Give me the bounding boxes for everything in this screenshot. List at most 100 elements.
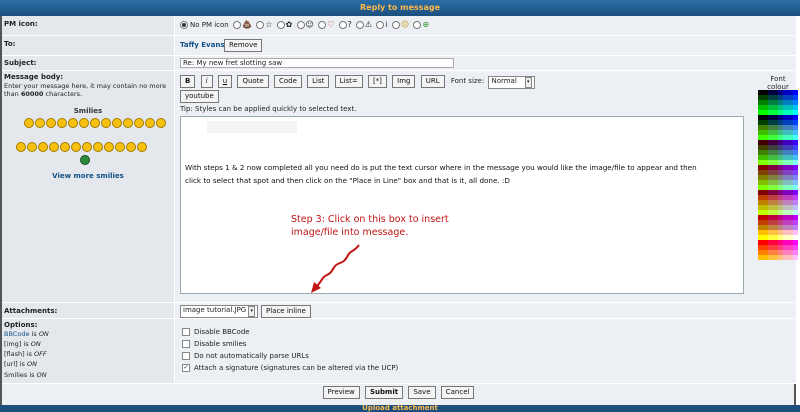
message-text: With steps 1 & 2 now completed all you n… <box>185 163 697 185</box>
smiley-icon[interactable] <box>57 118 67 128</box>
message-body-help: Enter your message here, it may contain … <box>4 82 167 98</box>
list-button[interactable]: List <box>307 75 330 88</box>
submit-button[interactable]: Submit <box>365 386 404 399</box>
smiley-icon[interactable] <box>156 118 166 128</box>
subject-row: Subject: Re: My new fret slotting saw <box>2 56 796 71</box>
smiley-icon[interactable] <box>60 142 70 152</box>
save-button[interactable]: Save <box>408 386 436 399</box>
smiley-icon[interactable] <box>137 142 147 152</box>
pm-icon-radio[interactable] <box>318 20 327 29</box>
ordered-list-button[interactable]: List= <box>334 75 363 88</box>
smilies-status: Smilies is ON <box>4 371 47 379</box>
pm-icon-radio[interactable] <box>376 20 385 29</box>
disable-bbcode-option[interactable]: Disable BBCode <box>182 328 250 336</box>
font-colour-label: Font colour <box>767 75 789 91</box>
underline-button[interactable]: u <box>217 75 233 88</box>
youtube-button[interactable]: youtube <box>180 90 219 103</box>
colour-swatch[interactable] <box>793 255 798 260</box>
step-annotation: Step 3: Click on this box to insert imag… <box>291 214 449 238</box>
pm-icon-radio[interactable] <box>391 20 400 29</box>
star-icon: ☆ <box>265 20 273 29</box>
heart-icon: ♡ <box>327 20 335 29</box>
pm-icon-radio[interactable] <box>338 20 347 29</box>
smiley-icon[interactable] <box>16 142 26 152</box>
pm-icon-radio[interactable] <box>356 20 364 29</box>
no-pm-icon-radio[interactable] <box>180 20 188 29</box>
attachment-select[interactable]: image tutorial.JPG ▾ <box>180 305 258 318</box>
smiley-icon[interactable] <box>82 142 92 152</box>
message-textarea[interactable]: With steps 1 & 2 now completed all you n… <box>180 116 744 294</box>
message-body-row: Message body: Enter your message here, i… <box>2 71 798 303</box>
message-body-label: Message body: <box>4 73 64 81</box>
smiley-icon[interactable] <box>38 142 48 152</box>
form-buttons: Preview Submit Save Cancel <box>0 386 800 399</box>
bbcode-toolbar: B i u Quote Code List List= [*] Img URL … <box>180 75 535 89</box>
list-item-button[interactable]: [*] <box>367 75 387 88</box>
pm-icon-radio[interactable] <box>256 20 265 29</box>
pm-icon-radio[interactable] <box>296 20 305 29</box>
smiley-icon[interactable] <box>68 118 78 128</box>
smiley-icon[interactable] <box>35 118 45 128</box>
pm-icon-radio[interactable] <box>276 20 285 29</box>
subject-input[interactable]: Re: My new fret slotting saw <box>180 58 454 68</box>
to-row: To: Taffy Evans Remove <box>2 36 796 56</box>
recipient-link[interactable]: Taffy Evans <box>180 41 225 49</box>
pm-icon-label: PM icon: <box>4 20 38 28</box>
attach-signature-checkbox[interactable]: ✓ <box>182 364 190 372</box>
smiley-icon[interactable] <box>145 118 155 128</box>
radioactive-icon: ✿ <box>285 20 293 29</box>
url-status: [url] is ON <box>4 360 38 368</box>
italic-button[interactable]: i <box>200 75 213 88</box>
remove-recipient-button[interactable]: Remove <box>224 39 263 52</box>
smiley-icon[interactable] <box>104 142 114 152</box>
bold-button[interactable]: B <box>180 75 196 88</box>
smile-icon: ☺ <box>305 20 314 29</box>
font-size-label: Font size: <box>450 77 485 85</box>
annotation-arrow <box>311 244 360 293</box>
code-button[interactable]: Code <box>273 75 302 88</box>
question-icon: ? <box>347 20 352 29</box>
smiley-icon[interactable] <box>71 142 81 152</box>
font-size-select[interactable]: Normal ▾ <box>488 76 535 89</box>
no-parse-urls-option[interactable]: Do not automatically parse URLs <box>182 352 309 360</box>
img-button[interactable]: Img <box>392 75 416 88</box>
chevron-down-icon: ▾ <box>525 77 532 88</box>
smiley-icon[interactable] <box>134 118 144 128</box>
quote-button[interactable]: Quote <box>237 75 269 88</box>
disable-bbcode-checkbox[interactable] <box>182 328 190 336</box>
upload-attachment-tab[interactable]: Upload attachment <box>0 404 800 412</box>
warning-icon: ⚠ <box>365 20 373 29</box>
smiley-icon[interactable] <box>27 142 37 152</box>
smiley-icon[interactable] <box>79 118 89 128</box>
plus-icon: ⊕ <box>422 20 430 29</box>
preview-button[interactable]: Preview <box>322 386 360 399</box>
to-label: To: <box>4 40 16 48</box>
smiley-icon[interactable] <box>24 118 34 128</box>
place-inline-button[interactable]: Place inline <box>261 305 311 318</box>
disable-smilies-checkbox[interactable] <box>182 340 190 348</box>
url-button[interactable]: URL <box>420 75 445 88</box>
smiley-icon[interactable] <box>115 142 125 152</box>
smiley-icon[interactable] <box>126 142 136 152</box>
bbcode-status: BBCode is ON <box>4 330 49 338</box>
smiley-icon[interactable] <box>112 118 122 128</box>
options-label: Options: <box>4 321 38 329</box>
smiley-icon[interactable] <box>93 142 103 152</box>
options-row: Options: BBCode is ON [img] is ON [flash… <box>2 319 796 384</box>
pm-icon-radio[interactable] <box>232 20 241 29</box>
smiley-icon[interactable] <box>46 118 56 128</box>
attachments-row: Attachments: image tutorial.JPG ▾ Place … <box>2 303 796 319</box>
attach-signature-option[interactable]: ✓ Attach a signature (signatures can be a… <box>182 364 398 372</box>
view-more-smilies-link[interactable]: View more smilies <box>2 172 174 180</box>
flash-status: [flash] is OFF <box>4 350 47 358</box>
smiley-icon[interactable] <box>90 118 100 128</box>
attachments-label: Attachments: <box>4 307 58 315</box>
smiley-icon[interactable] <box>101 118 111 128</box>
no-parse-urls-checkbox[interactable] <box>182 352 190 360</box>
smiley-icon[interactable] <box>80 155 90 165</box>
cancel-button[interactable]: Cancel <box>440 386 475 399</box>
smiley-icon[interactable] <box>49 142 59 152</box>
smiley-icon[interactable] <box>123 118 133 128</box>
disable-smilies-option[interactable]: Disable smilies <box>182 340 246 348</box>
pm-icon-radio[interactable] <box>413 20 422 29</box>
